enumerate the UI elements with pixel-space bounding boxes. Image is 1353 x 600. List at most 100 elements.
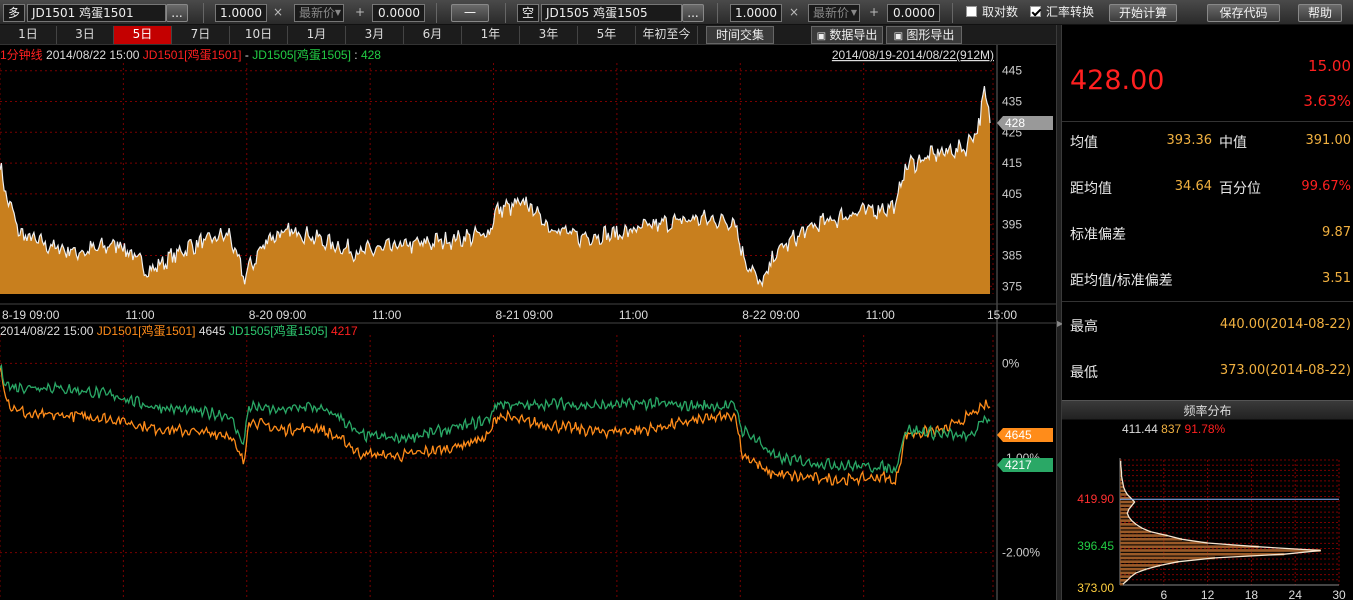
leg-line-0: [0, 366, 991, 487]
log-scale-checkbox-box[interactable]: [966, 6, 977, 17]
export-image-button-label: 图形导出: [906, 28, 955, 42]
distribution-y-tick: 373.00: [1077, 581, 1114, 595]
time-cross-button[interactable]: 时间交集: [706, 26, 774, 44]
distribution-bar: [1120, 582, 1123, 586]
short-side-label: 空: [517, 4, 539, 22]
tab-range-3[interactable]: 7日: [172, 26, 230, 44]
frequency-distribution-chart[interactable]: 411.44 837 91.78% 419.90 396.45 373.00 6 12 18…: [1062, 420, 1353, 600]
plus-sign: +: [868, 5, 880, 19]
legs-y-tick: 0%: [1002, 356, 1020, 370]
spread-header-part-5: :: [351, 48, 361, 62]
toolbar-divider: [436, 3, 437, 23]
percentile-value: 99.67%: [1301, 179, 1351, 194]
short-symbol-picker-button[interactable]: ...: [682, 4, 704, 22]
tab-range-4[interactable]: 10日: [230, 26, 288, 44]
current-value-tag: 428: [1005, 116, 1025, 130]
fx-convert-label: 汇率转换: [1046, 5, 1095, 19]
distribution-bar: [1120, 500, 1135, 504]
spread-header-part-1: 2014/08/22 15:00: [43, 48, 143, 62]
x-tick-label: 8-21 09:00: [496, 308, 554, 322]
zscore-label: 距均值/标准偏差: [1070, 273, 1173, 289]
tab-range-5[interactable]: 1月: [288, 26, 346, 44]
export-data-icon: ▣: [816, 31, 830, 42]
export-data-button-label: 数据导出: [829, 28, 878, 42]
percentile-label: 百分位: [1219, 181, 1261, 197]
export-image-icon: ▣: [893, 31, 907, 42]
short-ratio-input[interactable]: 1.0000: [730, 4, 782, 22]
last-price: 428.00: [1070, 65, 1165, 96]
spread-y-tick: 395: [1002, 218, 1022, 232]
price-change: 15.00: [1308, 57, 1351, 75]
multiply-sign: ×: [788, 5, 800, 19]
spread-y-tick: 445: [1002, 64, 1022, 78]
std-label: 标准偏差: [1070, 227, 1126, 243]
tab-range-11[interactable]: 年初至今: [636, 26, 698, 44]
save-code-button[interactable]: 保存代码: [1207, 4, 1280, 22]
deviation-label: 距均值: [1070, 181, 1112, 197]
distribution-y-tick: 396.45: [1077, 539, 1114, 553]
long-symbol-picker-button[interactable]: ...: [166, 4, 188, 22]
toolbar-divider: [717, 3, 718, 23]
spread-header-part-2: JD1501[鸡蛋1501]: [143, 47, 242, 62]
distribution-x-tick: 30: [1332, 588, 1346, 600]
deviation-value: 34.64: [1174, 179, 1212, 194]
tab-range-6[interactable]: 3月: [346, 26, 404, 44]
tab-range-9[interactable]: 3年: [520, 26, 578, 44]
low-label: 最低: [1070, 365, 1098, 381]
mean-label: 均值: [1070, 135, 1098, 151]
x-tick-label: 15:00: [987, 308, 1017, 322]
log-scale-checkbox[interactable]: 取对数: [966, 4, 1018, 22]
low-value: 373.00(2014-08-22): [1219, 363, 1351, 378]
tab-range-10[interactable]: 5年: [578, 26, 636, 44]
fx-convert-checkbox[interactable]: 汇率转换: [1030, 4, 1094, 22]
tab-range-7[interactable]: 6月: [404, 26, 462, 44]
distribution-labels: 411.44 837 91.78% 419.90 396.45 373.00 6 12 18…: [1077, 422, 1346, 600]
distribution-bar: [1120, 571, 1137, 575]
distribution-bar: [1120, 530, 1151, 534]
x-tick-label: 8-19 09:00: [2, 308, 60, 322]
long-symbol-field[interactable]: JD1501 鸡蛋1501: [27, 4, 166, 22]
distribution-x-tick: 12: [1201, 588, 1215, 600]
start-calc-button[interactable]: 开始计算: [1109, 4, 1177, 22]
long-offset-input[interactable]: 0.0000: [372, 4, 425, 22]
distribution-bar: [1120, 515, 1129, 519]
x-tick-label: 8-22 09:00: [742, 308, 800, 322]
distribution-bar: [1120, 519, 1132, 522]
help-button[interactable]: 帮助: [1298, 4, 1342, 22]
spread-toolbar: 多 JD1501 鸡蛋1501 ... 1.0000 × 最新价 ▼ + 0.00…: [0, 0, 1353, 25]
distribution-x-tick: 24: [1289, 588, 1303, 600]
distribution-bar: [1120, 549, 1321, 552]
tab-range-1[interactable]: 3日: [57, 26, 114, 44]
distribution-bar: [1120, 504, 1132, 508]
distribution-bar: [1120, 526, 1142, 530]
date-range-label: 2014/08/19-2014/08/22(912M): [832, 48, 994, 62]
tab-range-2[interactable]: 5日: [114, 26, 172, 44]
long-price-type-select[interactable]: 最新价 ▼: [294, 4, 344, 22]
spread-header-part-0: 1分钟线: [0, 47, 43, 62]
operator-select-button[interactable]: 一: [451, 4, 489, 22]
time-cross-button-label: 时间交集: [715, 28, 764, 42]
export-image-button[interactable]: ▣ 图形导出: [886, 26, 962, 44]
short-offset-input[interactable]: 0.0000: [887, 4, 940, 22]
short-symbol-field[interactable]: JD1505 鸡蛋1505: [541, 4, 682, 22]
chart-axes: [0, 45, 1056, 600]
spread-header-part-6: 428: [361, 48, 381, 62]
x-tick-label: 11:00: [372, 308, 401, 322]
spread-header: 1分钟线 2014/08/22 15:00 JD1501[鸡蛋1501] - J…: [0, 47, 381, 62]
short-price-type-select[interactable]: 最新价 ▼: [808, 4, 860, 22]
high-label: 最高: [1070, 319, 1098, 335]
spread-header-part-4: JD1505[鸡蛋1505]: [252, 47, 351, 62]
tab-range-0[interactable]: 1日: [0, 26, 57, 44]
legs-header: 2014/08/22 15:00 JD1501[鸡蛋1501] 4645 JD1…: [0, 323, 358, 338]
tab-range-8[interactable]: 1年: [462, 26, 520, 44]
distribution-bar: [1120, 523, 1137, 526]
long-ratio-input[interactable]: 1.0000: [215, 4, 267, 22]
spread-chart[interactable]: 3753853954054154254354454288-19 09:00 11:…: [0, 45, 1056, 600]
fx-convert-checkbox-box[interactable]: [1030, 6, 1041, 17]
plus-sign: +: [354, 5, 366, 19]
export-data-button[interactable]: ▣ 数据导出: [811, 26, 883, 44]
spread-y-tick: 405: [1002, 187, 1022, 201]
time-range-tabs: 1日 3日 5日 7日 10日 1月 3月 6月 1年 3年 5年 年初至今 时间交集 ▣ 数据导出 ▣ 图…: [0, 25, 1060, 45]
distribution-x-tick: 6: [1160, 588, 1167, 600]
long-price-type-value: 最新价: [299, 6, 336, 20]
